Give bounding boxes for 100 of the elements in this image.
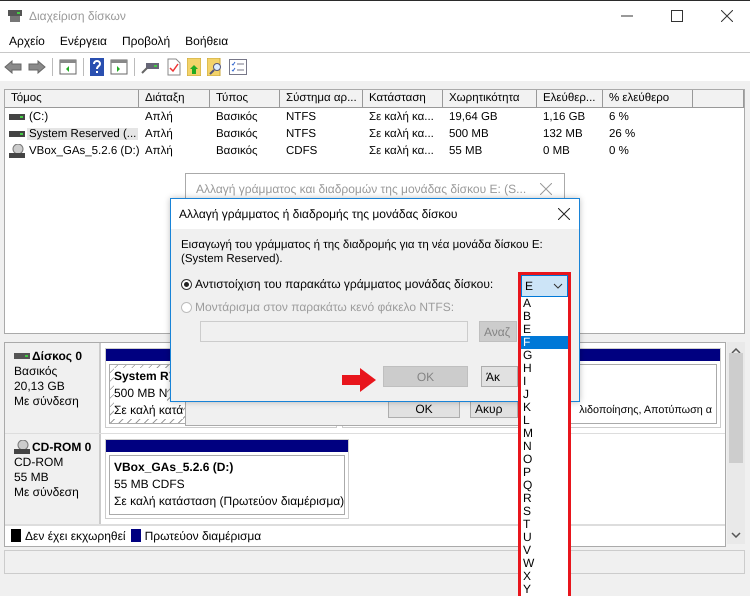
partition-block[interactable]: VBox_GAs_5.2.6 (D:) 55 MB CDFS Σε καλή κατάσταση (Πρωτεύον διαμέρισμα) — [105, 438, 349, 519]
panel-icon[interactable] — [110, 59, 128, 75]
list-icon[interactable] — [229, 59, 247, 75]
dropdown-option[interactable]: R — [521, 492, 568, 505]
column-header[interactable]: % ελεύθερο — [603, 90, 693, 107]
menu-item[interactable]: Βοήθεια — [179, 34, 234, 48]
table-cell: 0 % — [609, 144, 629, 156]
column-header[interactable]: Ελεύθερ... — [537, 90, 603, 107]
dropdown-option[interactable]: G — [521, 349, 568, 362]
help-icon[interactable] — [90, 58, 104, 76]
table-cell: Βασικός — [216, 110, 258, 122]
disk-info: 55 MB — [14, 470, 50, 485]
dropdown-option[interactable]: T — [521, 518, 568, 531]
drive-letter-dropdown[interactable]: E — [521, 275, 568, 297]
table-cell: 26 % — [609, 128, 636, 140]
radio-label: Μοντάρισμα στον παρακάτω κενό φάκελο NTFS: — [195, 300, 454, 314]
menu-item[interactable]: Προβολή — [116, 34, 176, 48]
partition-info: 500 MB N — [114, 385, 168, 402]
partition-info: Σε καλή κατά — [114, 402, 184, 419]
column-header[interactable]: Τόμος — [5, 90, 139, 107]
table-cell: Βασικός — [216, 144, 258, 156]
window-title: Διαχείριση δίσκων — [29, 8, 126, 22]
dropdown-option[interactable]: Y — [521, 583, 568, 596]
dropdown-option[interactable]: X — [521, 570, 568, 583]
dialog-title: Αλλαγή γράμματος και διαδρομών της μονάδας δίσκου E: (S... — [196, 182, 526, 196]
column-header[interactable]: Σύστημα αρ... — [280, 90, 363, 107]
disk-info: Με σύνδεση — [14, 394, 80, 409]
panel-icon[interactable] — [59, 59, 77, 75]
dropdown-option[interactable]: M — [521, 427, 568, 440]
close-icon[interactable] — [721, 10, 733, 22]
table-cell: Απλή — [145, 144, 173, 156]
column-header[interactable]: Τύπος — [210, 90, 280, 107]
dropdown-option[interactable]: S — [521, 505, 568, 518]
table-cell: 19,64 GB — [449, 110, 498, 122]
scroll-thumb[interactable] — [729, 353, 743, 463]
disk-info: Με σύνδεση — [14, 484, 80, 500]
disk-label-panel[interactable]: CD-ROM 0 CD-ROM 55 MB Με σύνδεση — [5, 434, 101, 524]
cd-drive-icon — [14, 440, 30, 454]
radio-button[interactable] — [181, 278, 192, 290]
menu-item[interactable]: Ενέργεια — [54, 34, 113, 48]
table-cell: NTFS — [286, 128, 316, 140]
column-header[interactable]: Κατάσταση — [363, 90, 443, 107]
scrollbar[interactable] — [727, 342, 745, 544]
cancel-button[interactable]: Άκ — [481, 366, 518, 387]
table-cell: CDFS — [286, 144, 318, 156]
disk-info: CD-ROM — [14, 454, 64, 470]
table-cell[interactable]: System Reserved (... — [27, 128, 138, 140]
table-cell[interactable]: VBox_GAs_5.2.6 (D:) — [27, 144, 142, 156]
maximize-icon[interactable] — [671, 10, 683, 22]
dropdown-option[interactable]: I — [521, 375, 568, 388]
table-cell: 132 MB — [543, 128, 583, 140]
table-cell: 500 MB — [449, 128, 489, 140]
table-cell: 55 MB — [449, 144, 482, 156]
legend-label: Δεν έχει εκχωρηθεί — [25, 528, 126, 543]
dropdown-option[interactable]: A — [521, 297, 568, 310]
dropdown-option[interactable]: B — [521, 310, 568, 323]
disk-drive-icon — [7, 8, 23, 22]
menu-item[interactable]: Αρχείο — [3, 34, 51, 48]
table-cell: 6 % — [609, 110, 629, 122]
disk-name: CD-ROM 0 — [32, 440, 92, 454]
dropdown-option[interactable]: W — [521, 557, 568, 570]
table-cell[interactable]: (C:) — [27, 110, 50, 122]
folder-search-icon[interactable] — [207, 58, 223, 76]
table-cell: Σε καλή κα... — [369, 144, 434, 156]
chevron-down-icon — [553, 283, 563, 289]
disk-info: 20,13 GB — [14, 379, 66, 394]
table-cell: Απλή — [145, 128, 173, 140]
disk-label-panel[interactable]: Δίσκος 0 Βασικός 20,13 GB Με σύνδεση — [5, 343, 101, 433]
dropdown-option[interactable]: N — [521, 440, 568, 453]
table-cell: Σε καλή κα... — [369, 110, 434, 122]
dropdown-option[interactable]: E — [521, 323, 568, 336]
dialog-description: Εισαγωγή του γράμματος ή της διαδρομής για τη νέα μονάδα δίσκου E: (System Reserved). — [181, 238, 544, 266]
column-header[interactable]: Χωρητικότητα — [443, 90, 537, 107]
dropdown-option[interactable]: U — [521, 531, 568, 544]
disk-info: Βασικός — [14, 364, 58, 379]
radio-label: Αντιστοίχιση του παρακάτω γράμματος μονάδας δίσκου: — [195, 277, 494, 291]
checklist-icon[interactable] — [167, 58, 181, 76]
column-header[interactable]: Διάταξη — [139, 90, 210, 107]
dropdown-option[interactable]: L — [521, 414, 568, 427]
dropdown-option[interactable]: O — [521, 453, 568, 466]
close-icon[interactable] — [558, 208, 570, 220]
dropdown-option[interactable]: P — [521, 466, 568, 479]
dropdown-option[interactable]: Q — [521, 479, 568, 492]
scroll-down-icon[interactable] — [731, 532, 741, 538]
drive-icon — [14, 353, 30, 359]
table-cell: NTFS — [286, 110, 316, 122]
back-arrow-icon[interactable] — [4, 60, 22, 74]
dropdown-option[interactable]: J — [521, 388, 568, 401]
drive-icon — [9, 114, 25, 120]
scroll-up-icon[interactable] — [731, 348, 741, 354]
dropdown-option[interactable]: V — [521, 544, 568, 557]
table-cell: Σε καλή κα... — [369, 128, 434, 140]
forward-arrow-icon[interactable] — [28, 60, 46, 74]
drive-icon — [9, 130, 25, 136]
plug-icon[interactable] — [141, 60, 161, 74]
folder-path-field[interactable] — [200, 321, 468, 342]
dropdown-option[interactable]: H — [521, 362, 568, 375]
dropdown-option[interactable]: K — [521, 401, 568, 414]
dialog-title: Αλλαγή γράμματος ή διαδρομής της μονάδας δίσκου — [179, 207, 458, 221]
dropdown-option[interactable]: F — [521, 336, 568, 349]
